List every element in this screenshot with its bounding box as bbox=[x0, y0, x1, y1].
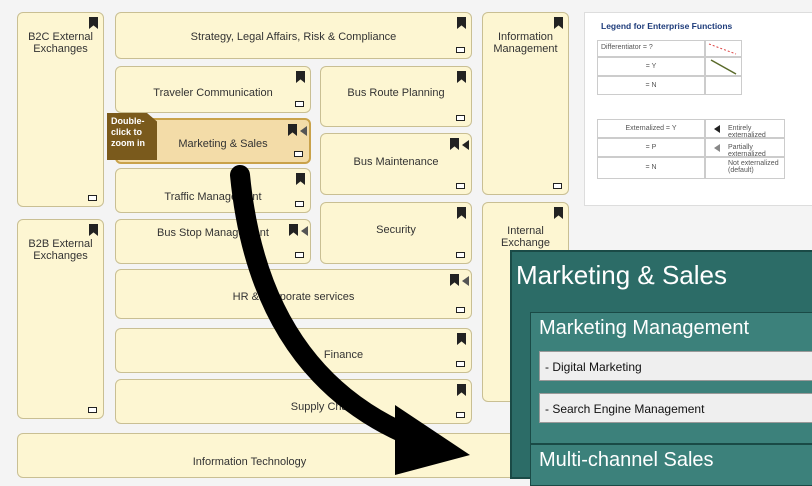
bookmark-icon bbox=[457, 207, 466, 219]
b2b-external-exchanges[interactable]: B2B External Exchanges bbox=[17, 219, 104, 419]
partially-externalized-icon bbox=[300, 126, 307, 136]
bookmark-icon bbox=[457, 384, 466, 396]
legend-diff-label: Differentiator = ? bbox=[597, 40, 705, 57]
expand-icon bbox=[88, 407, 97, 413]
expand-icon bbox=[553, 183, 562, 189]
partially-externalized-icon bbox=[301, 226, 308, 236]
bookmark-icon bbox=[554, 207, 563, 219]
digital-marketing-item[interactable]: - Digital Marketing bbox=[539, 351, 812, 381]
bookmark-icon bbox=[457, 333, 466, 345]
legend-ext-y-label: Externalized = Y bbox=[597, 119, 705, 138]
information-technology-box[interactable]: Information Technology bbox=[17, 433, 562, 478]
zoomed-function-panel: Marketing & Sales Marketing Management -… bbox=[510, 250, 812, 486]
partially-externalized-icon bbox=[714, 144, 720, 152]
legend-ext-p-label: = P bbox=[597, 138, 705, 157]
expand-icon bbox=[295, 101, 304, 107]
security-box[interactable]: Security bbox=[320, 202, 472, 264]
bookmark-icon bbox=[450, 138, 459, 150]
bookmark-icon bbox=[296, 173, 305, 185]
bookmark-icon bbox=[288, 124, 297, 136]
legend-diff-swatch bbox=[705, 40, 742, 57]
bus-maintenance-box[interactable]: Bus Maintenance bbox=[320, 133, 472, 195]
legend-n-label: = N bbox=[597, 76, 705, 95]
dashed-red-line-icon bbox=[708, 43, 737, 55]
expand-icon bbox=[456, 307, 465, 313]
zoom-tooltip: Double-click to zoom in bbox=[107, 113, 157, 160]
legend-ext-n-desc: Not externalized (default) bbox=[705, 157, 785, 179]
legend-y-swatch bbox=[705, 57, 742, 76]
expand-icon bbox=[456, 115, 465, 121]
hr-corporate-box[interactable]: HR & Corporate services bbox=[115, 269, 472, 319]
expand-icon bbox=[456, 47, 465, 53]
bookmark-crossed-icon bbox=[89, 17, 98, 29]
expand-icon bbox=[456, 412, 465, 418]
expand-icon bbox=[88, 195, 97, 201]
legend-ext-y-desc: Entirely externalized bbox=[705, 119, 785, 139]
partially-externalized-icon bbox=[462, 276, 469, 286]
bus-route-planning-box[interactable]: Bus Route Planning bbox=[320, 66, 472, 127]
finance-box[interactable]: Finance bbox=[115, 328, 472, 373]
traveler-communication-box[interactable]: Traveler Communication bbox=[115, 66, 311, 113]
search-engine-item[interactable]: - Search Engine Management bbox=[539, 393, 812, 423]
traffic-management-box[interactable]: Traffic Management bbox=[115, 168, 311, 213]
legend-ext-n-label: = N bbox=[597, 157, 705, 179]
expand-icon bbox=[456, 361, 465, 367]
expand-icon bbox=[295, 201, 304, 207]
legend-panel: Legend for Enterprise Functions Differen… bbox=[584, 12, 812, 206]
expand-icon bbox=[295, 252, 304, 258]
b2c-external-exchanges[interactable]: B2C External Exchanges bbox=[17, 12, 104, 207]
strategy-legal-box[interactable]: Strategy, Legal Affairs, Risk & Complian… bbox=[115, 12, 472, 59]
legend-ext-p-desc: Partially externalized bbox=[705, 138, 785, 158]
marketing-management-group[interactable]: Marketing Management - Digital Marketing… bbox=[530, 312, 812, 444]
bookmark-icon bbox=[457, 71, 466, 83]
information-management-box[interactable]: Information Management bbox=[482, 12, 569, 195]
legend-title: Legend for Enterprise Functions bbox=[601, 21, 733, 31]
expand-icon bbox=[294, 151, 303, 157]
bookmark-icon bbox=[554, 17, 563, 29]
legend-y-label: = Y bbox=[597, 57, 705, 76]
bookmark-icon bbox=[450, 274, 459, 286]
bookmark-icon bbox=[457, 17, 466, 29]
bookmark-icon bbox=[89, 224, 98, 236]
legend-n-swatch bbox=[705, 76, 742, 95]
panel-title: Marketing & Sales bbox=[516, 260, 727, 290]
solid-green-line-icon bbox=[710, 59, 737, 75]
supply-chain-box[interactable]: Supply Chain bbox=[115, 379, 472, 424]
expand-icon bbox=[456, 183, 465, 189]
entirely-externalized-icon bbox=[462, 140, 469, 150]
bookmark-crossed-icon bbox=[296, 71, 305, 83]
entirely-externalized-icon bbox=[714, 125, 720, 133]
expand-icon bbox=[456, 252, 465, 258]
bus-stop-management-box[interactable]: Bus Stop Management bbox=[115, 219, 311, 264]
multi-channel-sales-group[interactable]: Multi-channel Sales bbox=[530, 444, 812, 486]
